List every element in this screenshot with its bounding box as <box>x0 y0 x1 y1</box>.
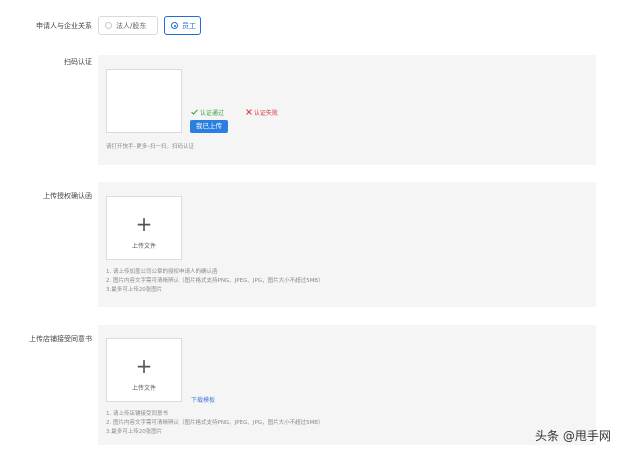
radio-label: 法人/股东 <box>116 21 147 30</box>
consent-letter-hint-2: 2. 图片内容文字需可清晰辨认（图片格式支持PNG、JPEG、JPG，图片大小不… <box>106 420 324 426</box>
cross-icon <box>246 109 252 115</box>
consent-letter-upload[interactable]: + 上传文件 <box>106 338 182 402</box>
uploaded-button[interactable]: 我已上传 <box>190 120 228 133</box>
qr-code-box <box>106 69 182 133</box>
auth-letter-hint-3: 3.最多可上传20张图片 <box>106 287 163 293</box>
consent-letter-hint-3: 3.最多可上传20张图片 <box>106 429 163 435</box>
upload-text: 上传文件 <box>131 385 156 392</box>
auth-letter-label: 上传授权确认函 <box>43 192 92 200</box>
check-icon <box>191 109 198 115</box>
scan-hint: 请打开快手–更多–扫一扫，扫码认证 <box>106 144 195 150</box>
radio-employee[interactable]: 员工 <box>164 16 201 35</box>
radio-legal-shareholder[interactable]: 法人/股东 <box>98 16 158 35</box>
auth-letter-hint-1: 1. 请上传加盖公司公章的授权申请人的确认函 <box>106 269 218 275</box>
status-fail: 认证失败 <box>246 108 278 117</box>
scan-panel: 认证通过 认证失败 我已上传 请打开快手–更多–扫一扫，扫码认证 <box>98 55 596 165</box>
watermark-text: 头条 @甩手网 <box>535 429 611 443</box>
radio-checked-icon <box>171 22 178 29</box>
status-pass: 认证通过 <box>191 108 224 117</box>
auth-letter-upload[interactable]: + 上传文件 <box>106 196 182 260</box>
plus-icon: + <box>135 354 153 378</box>
consent-letter-hint-1: 1. 请上传店铺接受同意书 <box>106 411 168 417</box>
radio-circle-icon <box>105 22 112 29</box>
plus-icon: + <box>135 212 153 236</box>
consent-letter-panel: + 上传文件 下载模板 1. 请上传店铺接受同意书 2. 图片内容文字需可清晰辨… <box>98 325 596 445</box>
relation-label: 申请人与企业关系 <box>36 22 92 30</box>
scan-label: 扫码认证 <box>64 58 92 66</box>
auth-letter-panel: + 上传文件 1. 请上传加盖公司公章的授权申请人的确认函 2. 图片内容文字需… <box>98 182 596 307</box>
radio-label: 员工 <box>182 21 196 30</box>
download-template-link[interactable]: 下载模板 <box>191 395 215 404</box>
consent-letter-label: 上传店铺接受同意书 <box>29 335 92 343</box>
upload-text: 上传文件 <box>131 243 156 250</box>
auth-letter-hint-2: 2. 图片内容文字需可清晰辨认（图片格式支持PNG、JPEG、JPG，图片大小不… <box>106 278 324 284</box>
